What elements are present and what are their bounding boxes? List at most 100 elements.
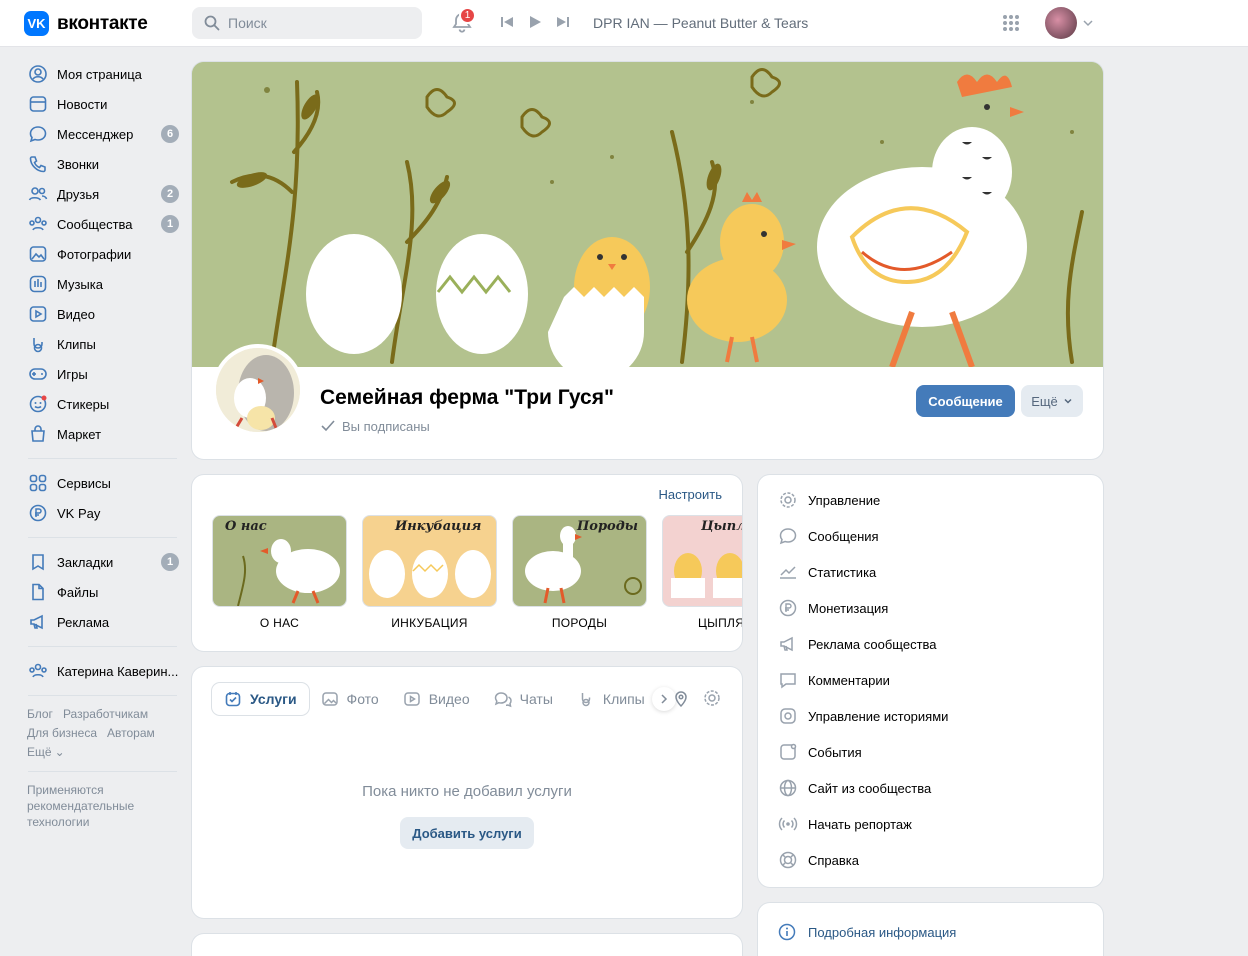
footer-link-developers[interactable]: Разработчикам [63,707,148,721]
sidebar-item-news[interactable]: Новости [20,89,185,119]
sidebar-item-label: Реклама [57,614,110,630]
manage-item-ruble[interactable]: Монетизация [758,590,1103,626]
sidebar-divider [28,537,177,538]
group-cover-image [192,62,1103,367]
footer-link-authors[interactable]: Авторам [107,726,155,740]
sidebar-item-market[interactable]: Маркет [20,419,185,449]
sidebar-item-profile[interactable]: Моя страница [20,59,185,89]
tab-services[interactable]: Услуги [212,683,309,715]
manage-item-message[interactable]: Сообщения [758,518,1103,554]
article-thumbnail: Инкубация [362,515,497,607]
chats-tab-icon [494,692,512,708]
photos-icon [29,246,47,262]
services-tab-icon [225,692,241,707]
tab-label: Услуги [250,691,297,707]
top-header: VK вконтакте 1 DPR IAN — Peanut Butter &… [0,0,1248,47]
tab-clips[interactable]: Клипы [565,683,657,715]
map-pin-icon[interactable] [672,690,690,708]
more-actions-label: Ещё [1031,393,1058,409]
sidebar-item-files[interactable]: Файлы [20,577,185,607]
sidebar-item-phone[interactable]: Звонки [20,149,185,179]
detailed-info-label: Подробная информация [808,924,957,940]
send-message-button[interactable]: Сообщение [916,385,1015,417]
sidebar-item-friends[interactable]: Друзья 2 [20,179,185,209]
group-avatar[interactable] [212,344,304,436]
sidebar-item-ads[interactable]: Реклама [20,607,185,637]
article-card[interactable]: Породы ПОРОДЫ [512,515,647,630]
tab-chats[interactable]: Чаты [482,683,565,715]
apps-grid-icon[interactable] [1002,14,1020,32]
sidebar-item-label: Стикеры [57,396,110,412]
manage-item-broadcast[interactable]: Начать репортаж [758,806,1103,842]
manage-item-events[interactable]: События [758,734,1103,770]
sidebar-item-messenger[interactable]: Мессенджер 6 [20,119,185,149]
clips-icon [33,338,43,353]
subscribed-label: Вы подписаны [342,418,430,434]
detailed-info-link[interactable]: Подробная информация [778,923,956,941]
sidebar-item-photos[interactable]: Фотографии [20,239,185,269]
sidebar-item-vkpay[interactable]: VK Pay [20,498,185,528]
sidebar-item-video[interactable]: Видео [20,299,185,329]
vk-logo-icon: VK [24,11,49,36]
manage-item-stats[interactable]: Статистика [758,554,1103,590]
vk-logo[interactable]: VK вконтакте [24,11,148,36]
group-title: Семейная ферма "Три Гуся" [320,386,614,409]
article-card[interactable]: Цыпля ЦЫПЛЯ [662,515,742,630]
sidebar-item-stickers[interactable]: Стикеры [20,389,185,419]
sidebar-item-music[interactable]: Музыка [20,269,185,299]
tab-label: Фото [346,691,379,707]
sidebar-item-bookmark[interactable]: Закладки 1 [20,547,185,577]
files-icon [32,583,44,601]
manage-item-label: Управление [808,492,881,508]
logo-text: вконтакте [57,12,148,34]
search-input[interactable] [228,15,408,31]
manage-item-globe[interactable]: Сайт из сообщества [758,770,1103,806]
check-icon [321,420,335,432]
sidebar-item-label: Закладки [57,554,114,570]
footer-link-business[interactable]: Для бизнеса [27,726,97,740]
manage-item-megaphone[interactable]: Реклама сообщества [758,626,1103,662]
globe-icon [779,779,797,797]
article-label: О НАС [259,616,300,630]
comment-icon [780,673,796,689]
sidebar-item-group[interactable]: Катерина Каверин... [20,656,185,686]
tab-photo[interactable]: Фото [309,683,391,715]
chevron-down-icon[interactable] [1083,18,1093,28]
tab-label: Чаты [519,691,553,707]
bookmark-icon [32,554,44,571]
group-header-card: Семейная ферма "Три Гуся" Вы подписаны С… [192,62,1103,459]
article-label: ПОРОДЫ [551,616,608,630]
recommendation-note[interactable]: Применяются рекомендательные технологии [20,782,150,830]
tabs-settings-gear-icon[interactable] [703,689,721,707]
group-management-menu: Управление Сообщения Статистика Монетизация… [758,475,1103,887]
sidebar-item-communities[interactable]: Сообщества 1 [20,209,185,239]
now-playing-track[interactable]: DPR IAN — Peanut Butter & Tears [593,15,808,31]
manage-item-comment[interactable]: Комментарии [758,662,1103,698]
setup-articles-link[interactable]: Настроить [658,487,722,502]
tab-video[interactable]: Видео [391,683,482,715]
manage-item-gear[interactable]: Управление [758,482,1103,518]
previous-track-icon[interactable] [499,14,515,30]
manage-item-stories[interactable]: Управление историями [758,698,1103,734]
footer-link-blog[interactable]: Блог [27,707,53,721]
sidebar-item-clips[interactable]: Клипы [20,329,185,359]
sidebar-item-games[interactable]: Игры [20,359,185,389]
user-avatar[interactable] [1045,7,1077,39]
audio-player-controls [499,14,571,30]
article-card[interactable]: О нас О НАС [212,515,347,630]
sidebar-item-services[interactable]: Сервисы [20,468,185,498]
add-services-button[interactable]: Добавить услуги [400,817,534,849]
manage-item-help[interactable]: Справка [758,842,1103,878]
manage-item-label: Справка [808,852,859,868]
next-track-icon[interactable] [555,14,571,30]
sidebar-item-label: Видео [57,306,95,322]
video-icon [29,306,47,322]
article-card[interactable]: Инкубация ИНКУБАЦИЯ [362,515,497,630]
sidebar-item-label: Музыка [57,276,103,292]
play-icon[interactable] [527,14,543,30]
search-box[interactable] [192,7,422,39]
footer-link-more[interactable]: Ещё ⌄ [27,745,65,759]
subscription-status[interactable]: Вы подписаны [320,418,430,434]
broadcast-icon [778,817,798,831]
more-actions-button[interactable]: Ещё [1021,385,1083,417]
